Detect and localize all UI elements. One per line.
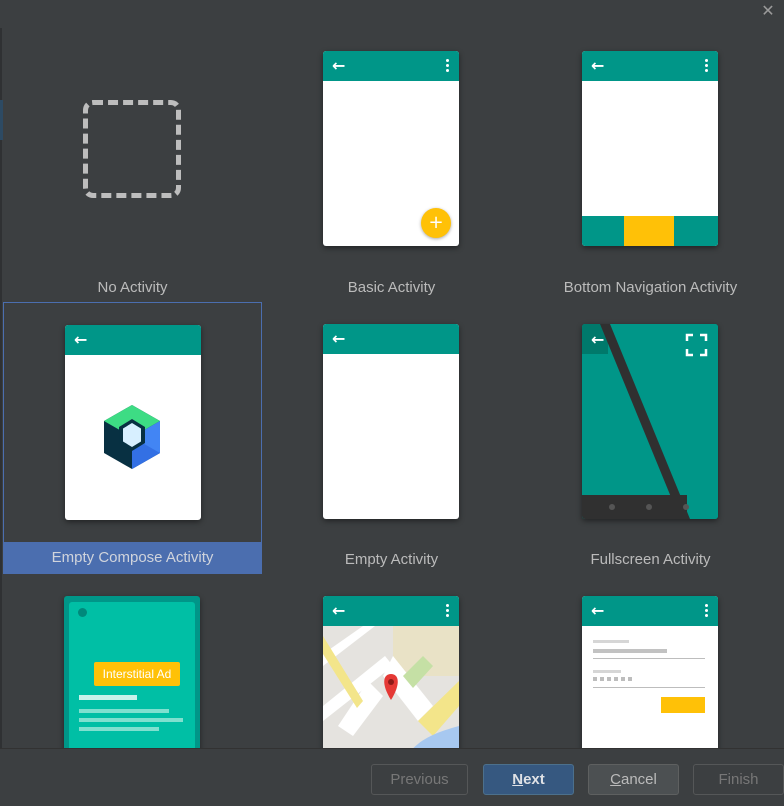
template-label: No Activity — [97, 279, 168, 296]
finish-button[interactable]: Finish — [693, 764, 784, 795]
back-arrow-icon: ← — [332, 56, 346, 75]
template-label: Fullscreen Activity — [590, 551, 711, 568]
empty-compose-preview: ← — [65, 325, 201, 520]
ad-line — [79, 727, 159, 731]
ad-dot — [78, 608, 87, 617]
login-field-underline — [593, 658, 705, 659]
template-label: Empty Compose Activity — [4, 542, 261, 574]
template-empty-compose-activity[interactable]: ← Empty Compose Activity — [3, 302, 262, 574]
template-interstitial-ad[interactable]: Interstitial Ad — [3, 574, 262, 748]
back-arrow-icon: ← — [591, 601, 605, 620]
bottom-nav-bar — [582, 216, 718, 246]
bottom-nav-active-item — [624, 216, 674, 246]
fullscreen-preview-art — [582, 324, 718, 519]
back-arrow-icon: ← — [591, 330, 605, 349]
ad-line — [79, 695, 137, 700]
interstitial-ad-preview: Interstitial Ad — [64, 596, 200, 748]
overflow-menu-icon — [446, 604, 450, 618]
cancel-button[interactable]: Cancel — [588, 764, 679, 795]
app-bar: ← — [65, 325, 201, 355]
login-hint-line — [593, 640, 629, 643]
jetpack-compose-logo-icon — [104, 405, 160, 469]
close-dialog-icon[interactable]: ✕ — [760, 3, 776, 19]
back-arrow-icon: ← — [332, 601, 346, 620]
ad-line — [79, 718, 183, 722]
overflow-menu-icon — [446, 59, 450, 73]
bottom-navigation-preview: ← — [582, 51, 718, 246]
app-bar: ← — [582, 596, 718, 626]
template-gallery: No Activity ← + Basic Activity ← Bottom … — [3, 30, 780, 748]
app-bar: ← — [323, 324, 459, 354]
login-activity-preview: ← — [582, 596, 718, 748]
template-label: Basic Activity — [347, 279, 436, 296]
back-arrow-icon: ← — [332, 329, 346, 348]
template-empty-activity[interactable]: ← Empty Activity — [262, 302, 521, 574]
app-bar: ← — [582, 51, 718, 81]
ad-card: Interstitial Ad — [69, 602, 195, 748]
template-google-maps[interactable]: ← — [262, 574, 521, 748]
login-username-text — [593, 649, 667, 653]
template-fullscreen-activity[interactable]: ← Fullscreen Activity — [521, 302, 780, 574]
back-arrow-icon: ← — [591, 56, 605, 75]
google-maps-preview: ← — [323, 596, 459, 748]
next-label: ext — [523, 771, 545, 788]
app-bar: ← — [323, 596, 459, 626]
previous-button[interactable]: Previous — [371, 764, 468, 795]
dashed-square-icon — [83, 100, 181, 198]
login-hint-line — [593, 670, 621, 673]
fullscreen-activity-preview: ← — [582, 324, 718, 519]
empty-activity-preview: ← — [323, 324, 459, 519]
template-basic-activity[interactable]: ← + Basic Activity — [262, 30, 521, 302]
template-label: Empty Activity — [344, 551, 439, 568]
template-label: Bottom Navigation Activity — [563, 279, 738, 296]
mnemonic-c: C — [610, 771, 621, 788]
fab-plus-icon: + — [421, 208, 451, 238]
next-button[interactable]: Next — [483, 764, 574, 795]
login-password-dots — [593, 677, 635, 681]
back-arrow-icon: ← — [74, 330, 88, 349]
login-button-preview — [661, 697, 705, 713]
ad-line — [79, 709, 169, 713]
overflow-menu-icon — [705, 604, 709, 618]
mnemonic-n: N — [512, 771, 524, 788]
interstitial-ad-banner: Interstitial Ad — [94, 662, 180, 686]
basic-activity-preview: ← + — [323, 51, 459, 246]
template-bottom-navigation-activity[interactable]: ← Bottom Navigation Activity — [521, 30, 780, 302]
overflow-menu-icon — [705, 59, 709, 73]
app-bar: ← — [323, 51, 459, 81]
login-field-underline — [593, 687, 705, 688]
dialog-button-bar: Previous Next Cancel Finish — [0, 748, 784, 806]
template-no-activity[interactable]: No Activity — [3, 30, 262, 302]
cancel-label: ancel — [620, 771, 657, 788]
template-login-activity[interactable]: ← — [521, 574, 780, 748]
